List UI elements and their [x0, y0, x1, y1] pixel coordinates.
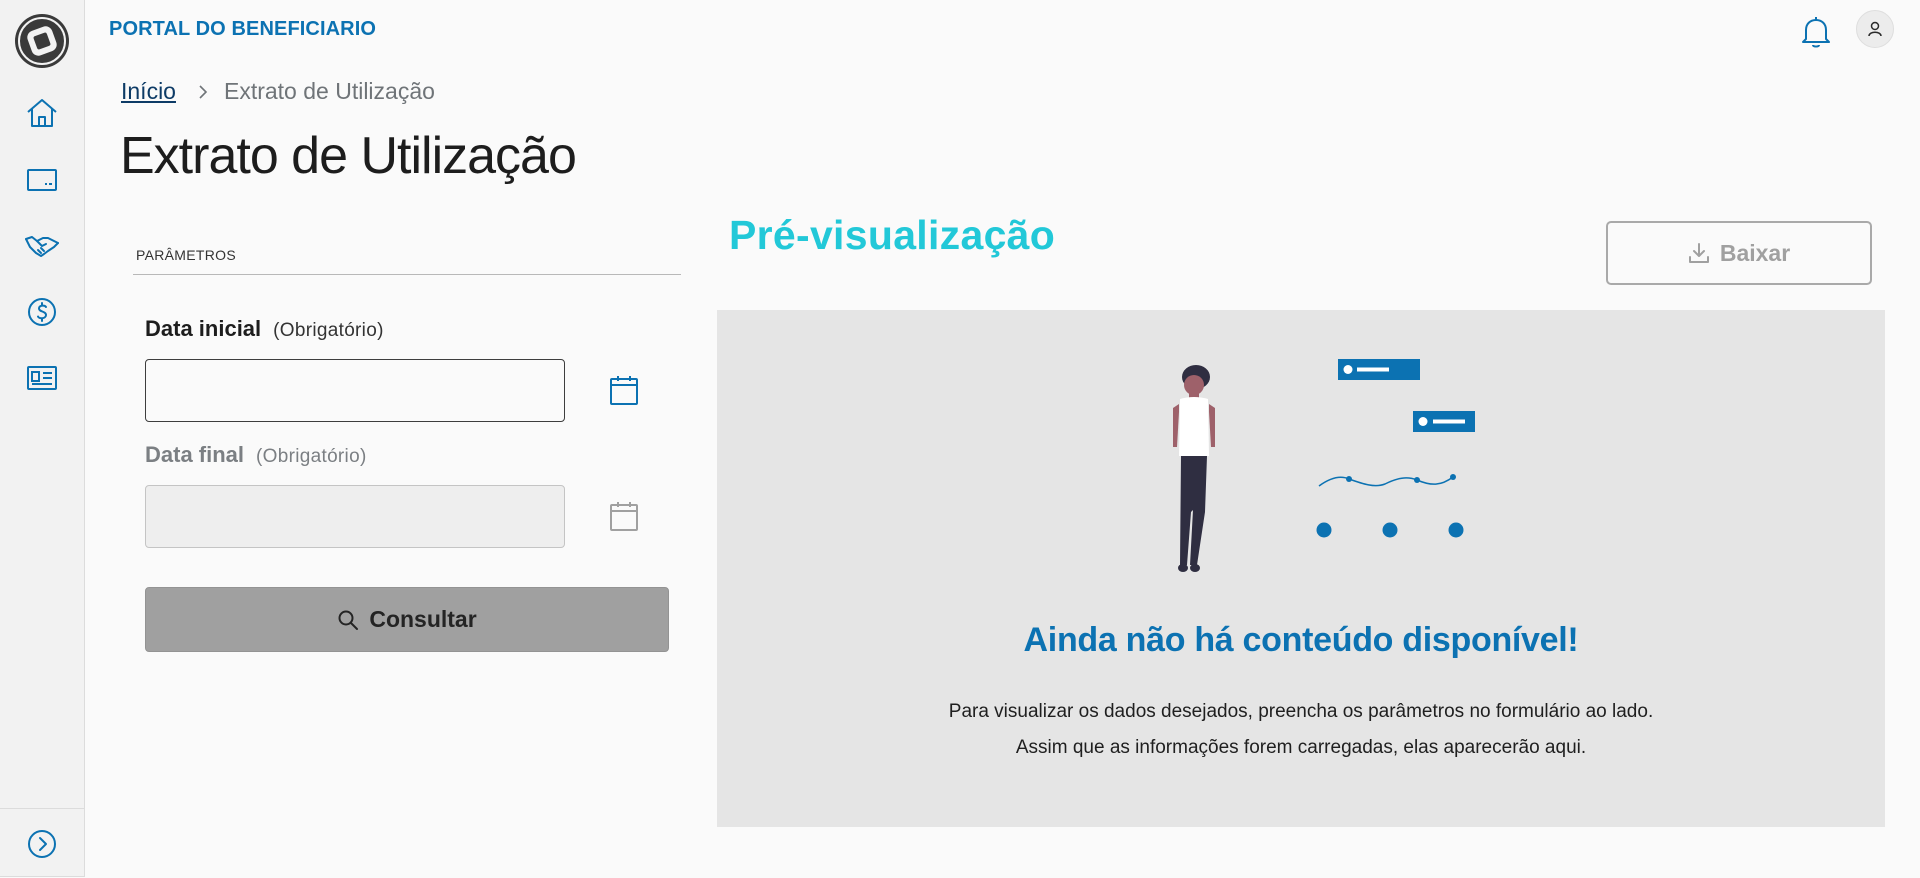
- sidebar-item-statement[interactable]: [22, 358, 62, 398]
- sidebar-divider: [0, 808, 84, 809]
- start-date-label-text: Data inicial: [145, 316, 262, 341]
- sidebar-item-home[interactable]: [22, 93, 62, 133]
- end-date-calendar-button[interactable]: [607, 499, 641, 533]
- card-icon: [27, 169, 57, 191]
- empty-state-description: Para visualizar os dados desejados, pree…: [948, 701, 1654, 758]
- params-section-label: PARÂMETROS: [136, 247, 236, 263]
- end-date-label: Data final (Obrigatório): [145, 442, 367, 468]
- dollar-icon: [28, 298, 56, 326]
- download-button[interactable]: Baixar: [1606, 221, 1872, 285]
- app-title: PORTAL DO BENEFICIARIO: [109, 18, 377, 40]
- search-icon: [338, 610, 359, 630]
- consultar-button[interactable]: Consultar: [145, 587, 669, 652]
- empty-state-illustration: [1173, 359, 1475, 572]
- start-date-calendar-button[interactable]: [607, 373, 641, 407]
- bell-icon: [1802, 17, 1830, 48]
- empty-state-title: Ainda não há conteúdo disponível!: [1023, 621, 1579, 659]
- sidebar-expand-button[interactable]: [22, 824, 62, 864]
- preview-panel: Ainda não há conteúdo disponível! Para v…: [717, 310, 1885, 827]
- notifications-button[interactable]: [1796, 12, 1836, 52]
- sidebar-item-financial[interactable]: [22, 292, 62, 332]
- start-date-required-text: (Obrigatório): [273, 320, 384, 341]
- page-title: Extrato de Utilização: [120, 127, 577, 185]
- handshake-icon: [25, 236, 59, 257]
- user-avatar-button[interactable]: [1856, 10, 1894, 48]
- end-date-required-text: (Obrigatório): [256, 446, 367, 467]
- calendar-icon: [610, 376, 638, 405]
- end-date-label-text: Data final: [145, 442, 245, 467]
- sidebar-item-handshake[interactable]: [22, 226, 62, 266]
- totvs-logo-icon[interactable]: [14, 13, 70, 69]
- chevron-right-icon: [198, 84, 208, 100]
- breadcrumb-current: Extrato de Utilização: [223, 78, 435, 104]
- chevron-right-circle-icon: [28, 830, 56, 858]
- params-divider: [133, 274, 681, 275]
- download-button-label: Baixar: [1719, 239, 1791, 266]
- end-date-input[interactable]: [145, 485, 565, 548]
- start-date-label: Data inicial (Obrigatório): [145, 316, 384, 342]
- sidebar-item-card[interactable]: [22, 160, 62, 200]
- calendar-icon: [610, 502, 638, 531]
- home-icon: [27, 99, 57, 127]
- sidebar: [0, 0, 85, 877]
- breadcrumb: Início Extrato de Utilização: [121, 78, 435, 105]
- user-icon: [1868, 21, 1882, 37]
- breadcrumb-home-link[interactable]: Início: [121, 78, 176, 105]
- receipt-icon: [27, 366, 57, 390]
- consultar-button-label: Consultar: [369, 606, 477, 632]
- start-date-input[interactable]: [145, 359, 565, 422]
- download-icon: [1688, 243, 1709, 263]
- preview-title: Pré-visualização: [729, 212, 1056, 258]
